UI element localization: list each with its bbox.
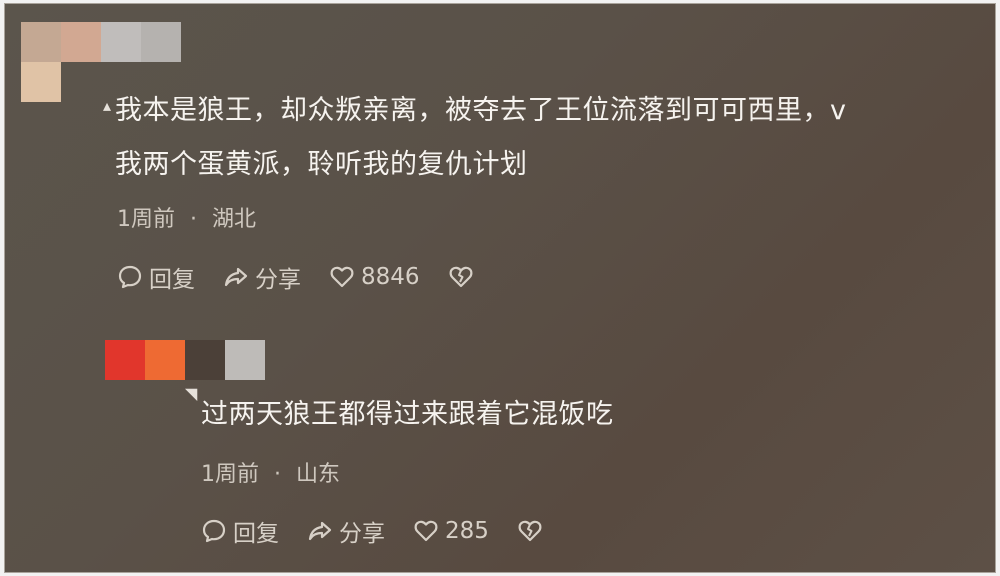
meta-separator: · <box>190 207 197 232</box>
like-button[interactable]: 285 <box>413 518 489 544</box>
reply-label: 回复 <box>149 267 195 293</box>
meta-separator: · <box>274 462 281 487</box>
comment-meta: 1周前 · 湖北 <box>117 201 256 233</box>
reply-button[interactable]: 回复 <box>117 260 195 294</box>
broken-heart-icon <box>449 266 473 288</box>
comment-meta: 1周前 · 山东 <box>201 456 340 488</box>
like-count: 285 <box>445 518 489 544</box>
share-arrow-icon <box>308 521 332 541</box>
comment-actions: 回复 分享 285 <box>201 514 577 548</box>
share-button[interactable]: 分享 <box>307 514 385 548</box>
like-button[interactable]: 8846 <box>329 264 420 290</box>
comment-text-line: 过两天狼王都得过来跟着它混饭吃 <box>201 399 614 430</box>
reply-button[interactable]: 回复 <box>201 514 279 548</box>
comment-location: 湖北 <box>212 207 257 232</box>
comment-location: 山东 <box>296 462 341 487</box>
heart-icon <box>330 266 354 288</box>
share-button[interactable]: 分享 <box>223 260 301 294</box>
dislike-button[interactable] <box>448 264 480 290</box>
comment-time: 1周前 <box>117 207 175 232</box>
quote-mark: ▴ <box>103 96 112 115</box>
comment-text-line: 我两个蛋黄派，聆听我的复仇计划 <box>115 149 528 180</box>
heart-icon <box>414 520 438 542</box>
like-count: 8846 <box>361 264 420 290</box>
comment-bubble-icon <box>118 265 142 289</box>
avatar-blurred[interactable] <box>105 340 265 380</box>
comment-section: ▴ 我本是狼王，却众叛亲离，被夺去了王位流落到可可西里，v 我两个蛋黄派，聆听我… <box>4 3 996 573</box>
comment-time: 1周前 <box>201 462 259 487</box>
quote-mark: ◥ <box>185 384 198 403</box>
broken-heart-icon <box>518 520 542 542</box>
comment-bubble-icon <box>202 519 226 543</box>
comment-text-line: 我本是狼王，却众叛亲离，被夺去了王位流落到可可西里，v <box>115 95 847 126</box>
comment-actions: 回复 分享 8846 <box>117 260 508 294</box>
share-label: 分享 <box>255 267 301 293</box>
reply-label: 回复 <box>233 521 279 547</box>
share-arrow-icon <box>224 267 248 287</box>
dislike-button[interactable] <box>517 518 549 544</box>
share-label: 分享 <box>339 521 385 547</box>
